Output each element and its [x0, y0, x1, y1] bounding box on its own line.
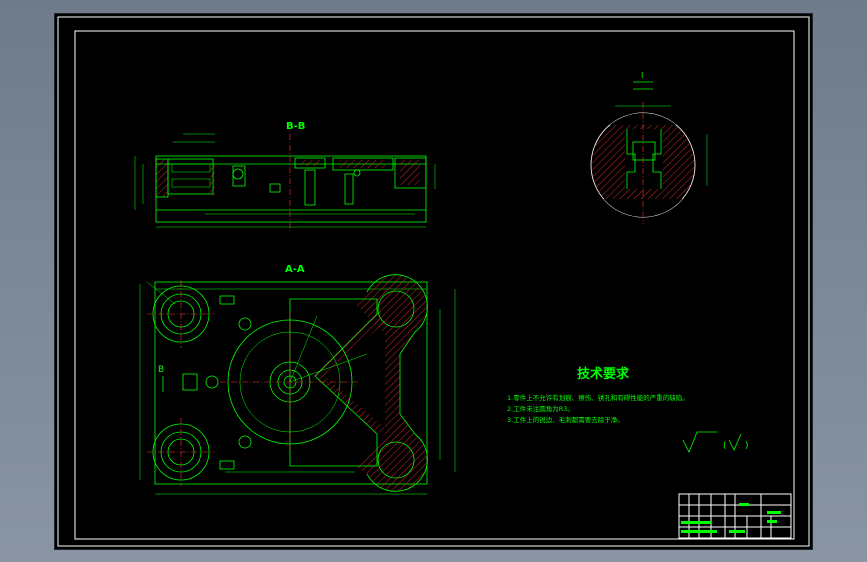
tech-req-item-2: 2.工件未注圆角为R3。: [507, 404, 574, 413]
cad-drawing: B-B A-A B I 技术要求 1.零件上不允许有划痕、擦伤、锈孔和有碍性能的…: [57, 16, 810, 547]
section-bb-label: B-B: [286, 121, 305, 132]
section-bb-view: B-B: [134, 121, 436, 232]
technical-requirements: 技术要求 1.零件上不允许有划痕、擦伤、锈孔和有碍性能的严重的缺陷。 2.工件未…: [507, 366, 689, 424]
outer-frame: [57, 16, 810, 547]
inner-frame: [74, 30, 795, 540]
tech-req-item-1: 1.零件上不允许有划痕、擦伤、锈孔和有碍性能的严重的缺陷。: [507, 393, 689, 402]
section-aa-view: A-A B: [139, 264, 456, 495]
tech-req-item-3: 3.工件上的锐边、毛刺都需要去除干净。: [507, 415, 624, 424]
roughness-symbol: ( ): [682, 431, 749, 453]
roughness-close-paren: ): [745, 441, 749, 451]
section-aa-label: A-A: [285, 264, 305, 275]
tech-req-title: 技术要求: [577, 366, 630, 382]
title-block: [678, 493, 792, 539]
section-marker-b: B: [158, 365, 164, 375]
detail-view: I: [590, 71, 708, 224]
detail-label: I: [641, 71, 643, 80]
drawing-sheet: B-B A-A B I 技术要求 1.零件上不允许有划痕、擦伤、锈孔和有碍性能的…: [55, 14, 812, 549]
roughness-open-paren: (: [723, 441, 727, 451]
